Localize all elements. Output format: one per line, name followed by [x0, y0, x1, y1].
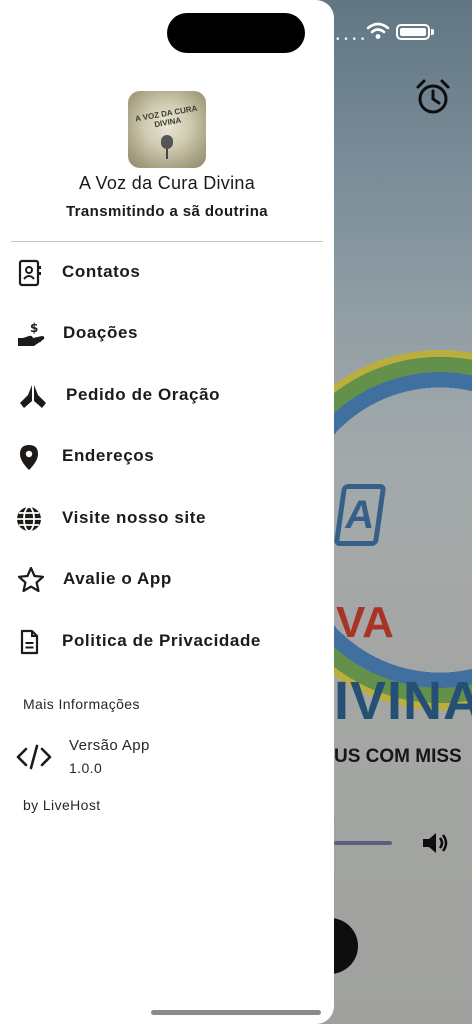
contacts-book-icon	[18, 259, 41, 287]
menu-item-visite-site[interactable]: Visite nosso site	[0, 495, 334, 543]
logo-text: A VOZ DA CURA DIVINA	[134, 103, 199, 130]
menu-item-politica-privacidade[interactable]: Politica de Privacidade	[0, 618, 334, 666]
menu-item-label: Politica de Privacidade	[62, 631, 261, 650]
menu-item-label: Pedido de Oração	[66, 385, 221, 404]
star-icon	[17, 566, 45, 593]
battery-icon	[396, 24, 430, 40]
menu-item-enderecos[interactable]: Endereços	[0, 433, 334, 481]
dynamic-island	[167, 13, 305, 53]
app-tagline: Transmitindo a sã doutrina	[65, 203, 269, 220]
microphone-icon	[161, 135, 173, 149]
battery-tip	[431, 29, 434, 35]
menu-item-label: Contatos	[62, 262, 141, 281]
wifi-icon	[366, 22, 390, 39]
document-icon	[20, 629, 39, 655]
menu-item-doacoes[interactable]: $ Doações	[0, 310, 334, 358]
header-divider	[11, 241, 323, 242]
menu-item-label: Avalie o App	[63, 569, 172, 588]
praying-hands-icon	[20, 385, 46, 408]
version-row: Versão App 1.0.0	[0, 733, 334, 783]
menu-item-label: Visite nosso site	[62, 508, 207, 527]
location-pin-icon	[20, 445, 38, 470]
menu-item-avalie-app[interactable]: Avalie o App	[0, 556, 334, 604]
menu-item-pedido-oracao[interactable]: Pedido de Oração	[0, 372, 334, 420]
app-name: A Voz da Cura Divina	[78, 173, 256, 193]
menu-item-label: Endereços	[62, 446, 155, 465]
more-info-title: Mais Informações	[23, 696, 140, 712]
home-indicator[interactable]	[151, 1010, 321, 1015]
version-value: 1.0.0	[69, 760, 103, 776]
app-logo: A VOZ DA CURA DIVINA	[128, 91, 206, 168]
version-label: Versão App	[69, 737, 150, 754]
svg-text:$: $	[30, 321, 38, 335]
donation-hand-icon: $	[18, 321, 45, 346]
signal-dots: • • • •	[336, 34, 366, 45]
byline: by LiveHost	[23, 797, 101, 813]
code-icon	[16, 744, 52, 770]
microphone-stand	[166, 149, 168, 159]
navigation-drawer: A VOZ DA CURA DIVINA A Voz da Cura Divin…	[0, 0, 334, 1024]
globe-icon	[17, 506, 41, 532]
menu-item-label: Doações	[63, 323, 139, 342]
menu-item-contatos[interactable]: Contatos	[0, 249, 334, 297]
